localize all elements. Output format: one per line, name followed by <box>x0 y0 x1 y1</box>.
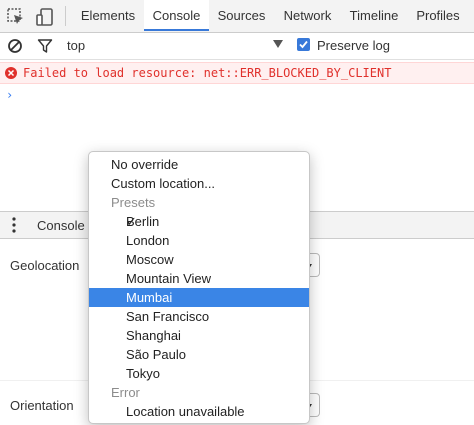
inspect-icon[interactable] <box>6 7 26 27</box>
menu-item-no-override[interactable]: No override <box>89 155 309 174</box>
menu-item-berlin[interactable]: ✓ Berlin <box>89 212 309 231</box>
console-filterbar: top <box>0 33 474 60</box>
tab-timeline[interactable]: Timeline <box>341 0 407 32</box>
devtools-tabbar: Elements Console Sources Network Timelin… <box>0 0 474 33</box>
menu-header-presets: Presets <box>111 195 156 210</box>
menu-item-london[interactable]: London <box>89 231 309 250</box>
menu-item-tokyo[interactable]: Tokyo <box>89 364 309 383</box>
tab-console[interactable]: Console <box>144 0 209 31</box>
more-icon[interactable] <box>12 216 16 237</box>
preserve-log-checkbox[interactable] <box>297 38 310 51</box>
geolocation-dropdown-menu: No override Custom location... Presets ✓… <box>88 151 310 424</box>
tabbar-separator <box>65 6 66 26</box>
tab-sources[interactable]: Sources <box>209 0 274 32</box>
menu-item-custom-location[interactable]: Custom location... <box>89 174 309 193</box>
checkmark-icon <box>299 40 308 49</box>
tab-network[interactable]: Network <box>274 0 341 32</box>
menu-item-location-unavailable[interactable]: Location unavailable <box>89 402 309 421</box>
context-selector[interactable]: top <box>67 38 85 53</box>
filter-icon[interactable] <box>37 38 53 57</box>
clear-icon[interactable] <box>7 38 23 57</box>
menu-item-sao-paulo[interactable]: São Paulo <box>89 345 309 364</box>
drawer-tab-console[interactable]: Console <box>37 218 85 233</box>
menu-item-shanghai[interactable]: Shanghai <box>89 326 309 345</box>
preserve-log-label[interactable]: Preserve log <box>317 38 390 53</box>
menu-item-mumbai[interactable]: Mumbai <box>89 288 309 307</box>
error-icon <box>5 67 17 82</box>
console-error-message: Failed to load resource: net::ERR_BLOCKE… <box>0 62 474 84</box>
menu-item-san-francisco[interactable]: San Francisco <box>89 307 309 326</box>
console-prompt[interactable]: › <box>6 88 13 102</box>
device-icon[interactable] <box>35 7 55 27</box>
error-text: Failed to load resource: net::ERR_BLOCKE… <box>23 66 392 80</box>
geolocation-label: Geolocation <box>10 258 80 273</box>
menu-item-mountain-view[interactable]: Mountain View <box>89 269 309 288</box>
menu-item-moscow[interactable]: Moscow <box>89 250 309 269</box>
tab-elements[interactable]: Elements <box>72 0 144 32</box>
menu-header-error: Error <box>111 385 140 400</box>
orientation-label: Orientation <box>10 398 74 413</box>
chevron-down-icon[interactable] <box>273 40 283 48</box>
tab-profiles[interactable]: Profiles <box>407 0 469 32</box>
